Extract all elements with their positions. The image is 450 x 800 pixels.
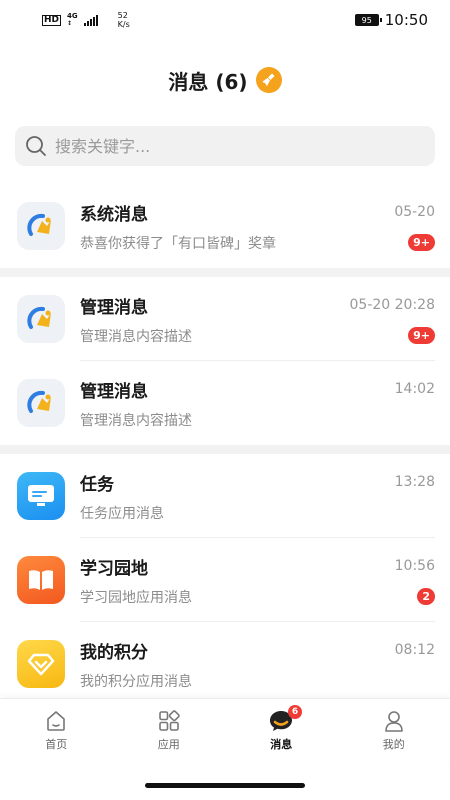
item-name: 任务 [80,474,114,495]
system-logo-icon [17,202,65,250]
signal-icon [83,14,98,26]
unread-badge: 9+ [408,234,435,251]
tab-label: 首页 [45,738,68,751]
task-monitor-icon [17,472,65,520]
battery-level: 95 [361,15,372,25]
network-type-label: 4G [67,12,78,20]
item-name: 学习园地 [80,558,148,579]
tab-unread-badge: 6 [288,705,302,719]
list-item-study-garden[interactable]: 学习园地 10:56 学习园地应用消息 2 [0,538,450,622]
status-left: HD 4G ↕ 52 K/s [42,11,130,29]
bottom-tab-bar: 首页 应用 6 消息 我的 [0,698,450,762]
item-name: 管理消息 [80,381,148,402]
tab-label: 应用 [157,738,180,751]
tab-apps[interactable]: 应用 [113,699,226,762]
search-bar[interactable] [15,126,435,166]
item-name: 系统消息 [80,204,148,225]
tab-profile[interactable]: 我的 [338,699,450,762]
speed-unit: K/s [117,20,130,29]
page-header: 消息 (6) [0,40,450,120]
unread-badge: 2 [417,588,435,605]
group-separator [0,268,450,277]
diamond-icon [17,640,65,688]
list-item-task[interactable]: 任务 13:28 任务应用消息 [0,454,450,538]
item-description: 我的积分应用消息 [80,673,192,690]
item-description: 任务应用消息 [80,505,164,522]
list-item-management-message[interactable]: 管理消息 05-20 20:28 管理消息内容描述 9+ [0,277,450,361]
open-book-icon [17,556,65,604]
list-item-system-message[interactable]: 系统消息 05-20 恭喜你获得了「有口皆碑」奖章 9+ [0,184,450,268]
clock: 10:50 [384,11,428,29]
tab-label: 消息 [270,738,293,751]
item-description: 学习园地应用消息 [80,589,192,606]
speed-value: 52 [117,11,128,20]
tab-label: 我的 [382,738,405,751]
broom-icon [262,73,275,86]
group-separator [0,445,450,454]
page-title: 消息 (6) [168,69,248,94]
item-time: 05-20 [394,204,435,220]
tab-messages[interactable]: 6 消息 [225,699,338,762]
item-time: 08:12 [394,642,435,658]
apps-grid-icon [158,710,180,731]
item-time: 14:02 [394,381,435,397]
battery-icon: 95 [354,14,382,26]
home-icon [47,711,66,731]
search-input[interactable] [55,136,355,156]
search-icon [26,136,46,156]
list-item-management-message[interactable]: 管理消息 14:02 管理消息内容描述 [0,361,450,445]
item-description: 恭喜你获得了「有口皆碑」奖章 [80,235,276,252]
item-name: 管理消息 [80,297,148,318]
network-type: 4G ↕ [67,12,78,28]
unread-badge: 9+ [408,327,435,344]
person-icon [384,711,403,732]
item-description: 管理消息内容描述 [80,328,192,345]
item-time: 05-20 20:28 [349,297,435,313]
status-bar: HD 4G ↕ 52 K/s 95 10:50 [0,0,450,40]
item-time: 10:56 [394,558,435,574]
clear-unread-button[interactable] [255,67,282,93]
status-right: 95 10:50 [354,11,428,29]
item-name: 我的积分 [80,642,148,663]
home-indicator[interactable] [145,783,305,788]
hd-indicator: HD [42,14,62,26]
network-speed: 52 K/s [118,11,130,29]
item-description: 管理消息内容描述 [80,412,192,429]
system-logo-icon [17,379,65,427]
system-logo-icon [17,295,65,343]
list-item-my-points[interactable]: 我的积分 08:12 我的积分应用消息 [0,622,450,706]
tab-home[interactable]: 首页 [0,699,113,762]
item-time: 13:28 [394,474,435,490]
